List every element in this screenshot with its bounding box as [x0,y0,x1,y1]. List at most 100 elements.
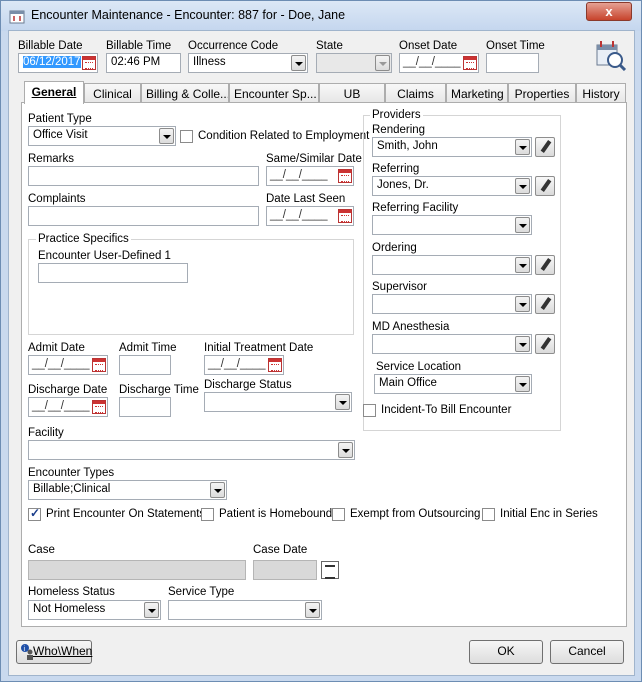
tab-history[interactable]: History [576,83,626,103]
onset-date-label: Onset Date [399,40,458,52]
discharge-date-label: Discharge Date [28,384,108,396]
initial-enc-series-checkbox[interactable] [482,508,495,521]
state-label: State [316,40,343,52]
chevron-down-icon[interactable] [291,55,306,71]
chevron-down-icon[interactable] [515,217,530,233]
edit-referring-icon[interactable] [535,176,555,196]
complaints-label: Complaints [28,193,86,205]
incident-to-checkbox[interactable] [363,404,376,417]
referring-select[interactable]: Jones, Dr. [372,176,532,196]
discharge-status-select[interactable] [204,392,352,412]
occurrence-code-select[interactable]: Illness [188,53,308,73]
calendar-icon[interactable] [82,56,96,70]
chevron-down-icon[interactable] [515,336,530,352]
ok-button[interactable]: OK [469,640,543,664]
chevron-down-icon[interactable] [335,394,350,410]
service-location-label: Service Location [376,361,462,373]
title-bar: Encounter Maintenance - Encounter: 887 f… [1,1,641,31]
referring-facility-select[interactable] [372,215,532,235]
md-anesthesia-label: MD Anesthesia [372,321,450,333]
service-type-select[interactable] [168,600,322,620]
chevron-down-icon[interactable] [515,139,530,155]
ordering-select[interactable] [372,255,532,275]
discharge-status-label: Discharge Status [204,379,292,391]
chevron-down-icon[interactable] [338,442,353,458]
edit-md-anesthesia-icon[interactable] [535,334,555,354]
patient-lookup-icon[interactable] [593,39,627,71]
tab-general[interactable]: General [24,81,84,104]
chevron-down-icon[interactable] [159,128,174,144]
patient-type-label: Patient Type [28,113,92,125]
tab-properties[interactable]: Properties [508,83,576,103]
same-similar-date-field[interactable]: __/__/____ [266,166,354,186]
date-last-seen-value: __/__/____ [270,209,328,221]
supervisor-label: Supervisor [372,281,427,293]
md-anesthesia-select[interactable] [372,334,532,354]
encounter-types-select[interactable]: Billable;Clinical [28,480,227,500]
chevron-down-icon[interactable] [515,178,530,194]
remarks-field[interactable] [28,166,259,186]
homeless-status-select[interactable]: Not Homeless [28,600,161,620]
discharge-time-field[interactable] [119,397,171,417]
tab-encounter-specifics[interactable]: Encounter Sp... [229,83,319,103]
condition-employment-checkbox[interactable] [180,130,193,143]
admit-date-field[interactable]: __/__/____ [28,355,108,375]
service-location-value: Main Office [379,377,437,389]
occurrence-code-label: Occurrence Code [188,40,279,52]
tab-claims[interactable]: Claims [385,83,446,103]
cancel-button[interactable]: Cancel [550,640,624,664]
initial-treatment-date-field[interactable]: __/__/____ [204,355,284,375]
billable-time-label: Billable Time [106,40,172,52]
calendar-icon[interactable] [92,358,106,372]
onset-time-field[interactable] [486,53,539,73]
onset-date-value: __/__/____ [403,56,461,68]
calendar-icon[interactable] [92,400,106,414]
homebound-checkbox[interactable] [201,508,214,521]
print-on-statements-checkbox[interactable] [28,506,41,521]
tab-marketing[interactable]: Marketing [446,83,508,103]
tab-ub[interactable]: UB [319,83,385,103]
patient-type-select[interactable]: Office Visit [28,126,176,146]
exempt-outsourcing-checkbox[interactable] [332,508,345,521]
edit-supervisor-icon[interactable] [535,294,555,314]
chevron-down-icon[interactable] [144,602,159,618]
calendar-icon[interactable] [268,358,282,372]
discharge-date-field[interactable]: __/__/____ [28,397,108,417]
case-lookup-icon[interactable] [321,561,339,579]
chevron-down-icon[interactable] [515,296,530,312]
rendering-select[interactable]: Smith, John [372,137,532,157]
edit-ordering-icon[interactable] [535,255,555,275]
admit-time-field[interactable] [119,355,171,375]
encounter-user-defined-field[interactable] [38,263,188,283]
close-button[interactable]: x [586,2,632,21]
calendar-icon[interactable] [463,56,477,70]
calendar-icon[interactable] [338,209,352,223]
tab-clinical[interactable]: Clinical [84,83,141,103]
service-location-select[interactable]: Main Office [374,374,532,394]
case-date-field [253,560,317,580]
date-last-seen-field[interactable]: __/__/____ [266,206,354,226]
who-when-button[interactable]: i Who\When [16,640,92,664]
tab-billing-collections[interactable]: Billing & Colle... [141,83,229,103]
billable-time-field[interactable]: 02:46 PM [106,53,181,73]
admit-date-value: __/__/____ [32,358,90,370]
chevron-down-icon[interactable] [515,257,530,273]
referring-value: Jones, Dr. [377,179,429,191]
onset-date-field[interactable]: __/__/____ [399,53,479,73]
initial-treatment-date-label: Initial Treatment Date [204,342,314,354]
admit-time-label: Admit Time [119,342,177,354]
practice-specifics-label: Practice Specifics [36,233,131,245]
complaints-field[interactable] [28,206,259,226]
billable-date-field[interactable]: 06/12/2017 [18,53,98,73]
facility-select[interactable] [28,440,355,460]
referring-facility-label: Referring Facility [372,202,459,214]
edit-rendering-icon[interactable] [535,137,555,157]
case-field [28,560,246,580]
chevron-down-icon[interactable] [515,376,530,392]
supervisor-select[interactable] [372,294,532,314]
calendar-icon[interactable] [338,169,352,183]
chevron-down-icon[interactable] [305,602,320,618]
chevron-down-icon[interactable] [210,482,225,498]
exempt-outsourcing-label: Exempt from Outsourcing [350,508,481,520]
homeless-status-label: Homeless Status [28,586,115,598]
